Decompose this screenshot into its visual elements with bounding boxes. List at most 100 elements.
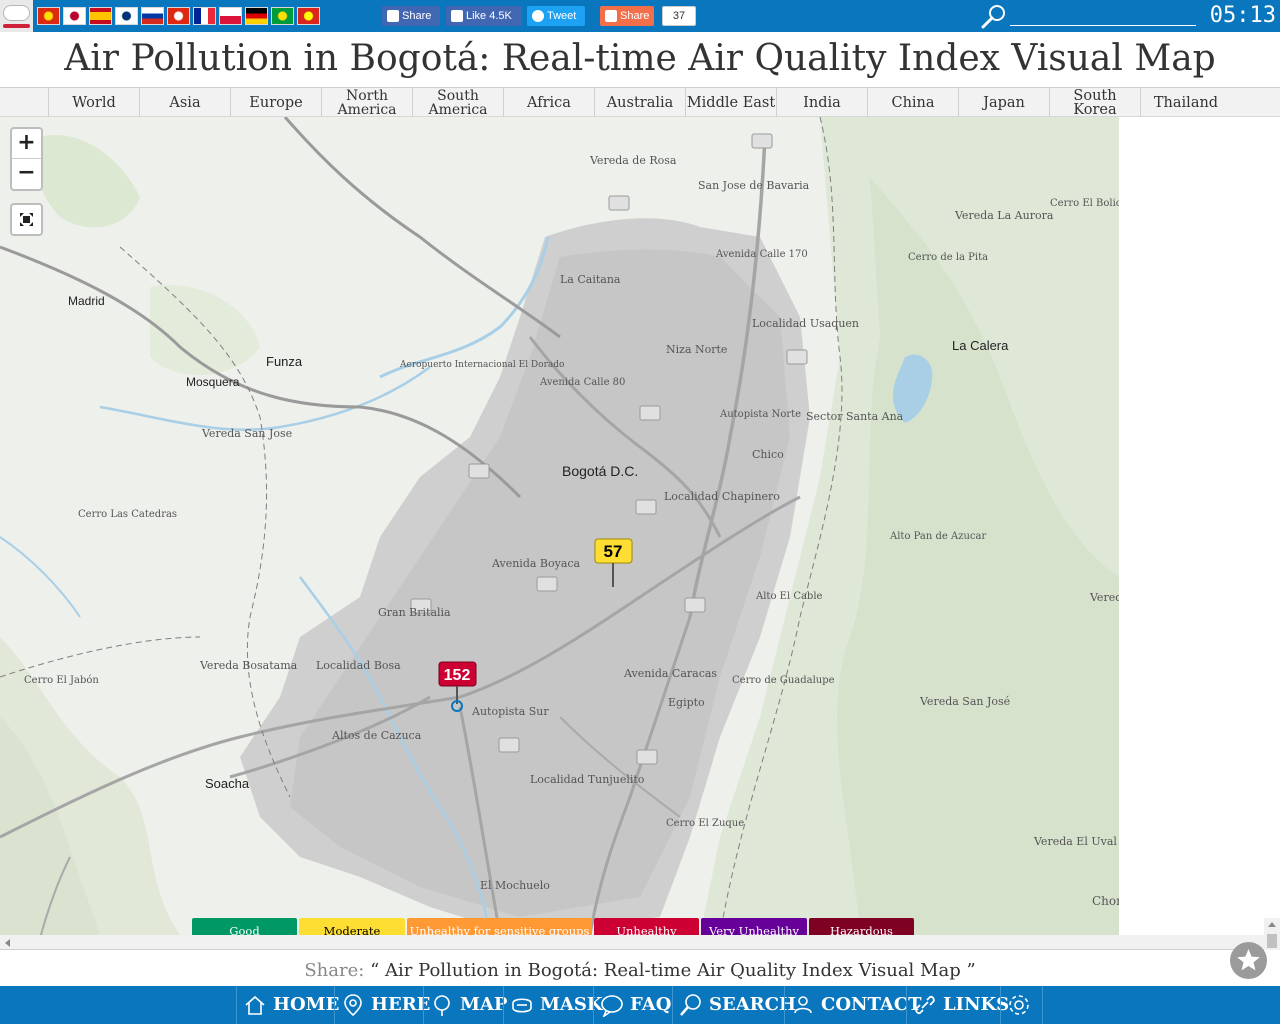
contact-icon	[794, 996, 812, 1014]
home-icon	[245, 995, 265, 1015]
link-icon	[915, 995, 935, 1015]
map-label: Localidad Chapinero	[664, 490, 780, 503]
tweet-button[interactable]: Tweet	[527, 6, 585, 26]
bottom-nav-label: HOME	[273, 994, 340, 1015]
bottom-nav-label: HERE	[371, 994, 431, 1015]
map-side-area	[1119, 117, 1280, 935]
bottom-nav-home[interactable]: HOME	[236, 986, 339, 1024]
map-label: Funza	[266, 354, 303, 369]
quote-open: “	[370, 960, 380, 981]
scroll-up-icon[interactable]	[1267, 920, 1277, 930]
map-label: Vereda La Ju	[1089, 591, 1119, 604]
map-label: Mosquera	[186, 375, 240, 389]
addthis-share-button[interactable]: Share	[600, 6, 654, 26]
map-canvas[interactable]: 57 152 Bogotá D.C. Madrid Funza Mosquera Soa…	[0, 117, 1119, 935]
map-search-icon	[434, 995, 450, 1016]
bottom-nav-settings[interactable]	[1000, 986, 1043, 1024]
region-tab-south-america[interactable]: South America	[412, 88, 503, 117]
search-icon[interactable]	[980, 3, 1008, 29]
map-label: Avenida Boyaca	[491, 557, 581, 570]
map-label: La Calera	[952, 338, 1009, 353]
germany-flag[interactable]	[245, 7, 268, 25]
location-pin-icon	[344, 994, 362, 1017]
bottom-nav-here[interactable]: HERE	[334, 986, 430, 1024]
map-label: Sector Santa Ana	[806, 410, 904, 423]
region-tab-africa[interactable]: Africa	[503, 88, 594, 117]
brazil-flag[interactable]	[271, 7, 294, 25]
legend-good: Good	[192, 918, 297, 935]
region-tab-europe[interactable]: Europe	[230, 88, 321, 117]
air-quality-map[interactable]: 57 152 Bogotá D.C. Madrid Funza Mosquera Soa…	[0, 117, 1119, 935]
bottom-nav-links[interactable]: LINKS	[906, 986, 1009, 1024]
china-flag[interactable]	[37, 7, 60, 25]
facebook-like-button[interactable]: Like 4.5K	[446, 6, 522, 26]
bottom-nav-search[interactable]: SEARCH	[672, 986, 796, 1024]
map-label: Vereda El Uval	[1033, 835, 1117, 848]
russia-flag[interactable]	[141, 7, 164, 25]
region-tab-north-america[interactable]: North America	[321, 88, 412, 117]
horizontal-scrollbar[interactable]	[0, 935, 1280, 950]
scroll-thumb[interactable]	[1267, 934, 1277, 948]
share-label: Share:	[304, 960, 365, 981]
korea-flag[interactable]	[115, 7, 138, 25]
legend-unhealthy: Unhealthy	[594, 918, 699, 935]
top-bar: Share Like 4.5K Tweet Share 37 05:13	[0, 0, 1280, 32]
faq-icon	[601, 995, 623, 1017]
poland-flag[interactable]	[219, 7, 242, 25]
region-tab-china[interactable]: China	[867, 88, 958, 117]
japan-flag[interactable]	[63, 7, 86, 25]
map-label: Alto El Cable	[755, 591, 823, 602]
region-tab-asia[interactable]: Asia	[139, 88, 230, 117]
map-label: Soacha	[205, 776, 250, 791]
quote-close: ”	[966, 960, 976, 981]
bottom-nav-faq[interactable]: FAQ	[593, 986, 672, 1024]
map-label: Altos de Cazuca	[331, 729, 422, 742]
bottom-nav: HOME HERE MAP MASK FAQ SEARCH CONTACT LINKS	[0, 986, 1280, 1024]
search-icon	[680, 994, 701, 1016]
fullscreen-button[interactable]	[10, 203, 43, 236]
region-tab-thailand[interactable]: Thailand	[1140, 88, 1231, 117]
legend-moderate: Moderate	[299, 918, 405, 935]
hongkong-flag[interactable]	[167, 7, 190, 25]
map-label: Cerro de Guadalupe	[732, 675, 835, 686]
map-label: Avenida Calle 170	[715, 249, 808, 260]
map-label: Egipto	[668, 696, 705, 709]
region-nav: World Asia Europe North America South Americ…	[0, 88, 1280, 117]
region-tab-australia[interactable]: Australia	[594, 88, 685, 117]
map-label: Cerro El Jabón	[24, 675, 99, 686]
region-tab-middle-east[interactable]: Middle East	[685, 88, 776, 117]
map-label: Autopista Sur	[471, 705, 549, 718]
map-label: Avenida Caracas	[623, 667, 717, 680]
region-tab-india[interactable]: India	[776, 88, 867, 117]
aqi-marker-57-label: 57	[604, 542, 623, 561]
facebook-share-button[interactable]: Share	[382, 6, 440, 26]
zoom-in-button[interactable]: +	[12, 129, 41, 159]
map-label: Cerro Las Catedras	[78, 509, 177, 520]
bottom-nav-map[interactable]: MAP	[423, 986, 507, 1024]
vietnam-flag[interactable]	[297, 7, 320, 25]
mask-icon	[512, 998, 532, 1013]
search-input[interactable]	[1010, 6, 1196, 26]
scroll-left-icon[interactable]	[3, 938, 13, 948]
map-label: Madrid	[68, 294, 105, 308]
region-tab-japan[interactable]: Japan	[958, 88, 1049, 117]
region-tab-south-korea[interactable]: South Korea	[1049, 88, 1140, 117]
map-label: Niza Norte	[666, 343, 727, 356]
zoom-out-button[interactable]: −	[12, 159, 41, 189]
map-label: Cerro El Boliche	[1050, 198, 1119, 209]
share-text[interactable]: Air Pollution in Bogotá: Real-time Air Q…	[385, 960, 961, 981]
france-flag[interactable]	[193, 7, 216, 25]
map-label: Cerro de la Pita	[908, 252, 988, 263]
map-label: La Caitana	[560, 273, 621, 286]
map-label: Aeropuerto Internacional El Dorado	[399, 360, 564, 370]
region-tab-world[interactable]: World	[48, 88, 139, 117]
favorite-star-icon[interactable]	[1230, 942, 1267, 979]
legend-unhealthy-for-sensitive-groups: Unhealthy for sensitive groups	[407, 918, 592, 935]
spain-flag[interactable]	[89, 7, 112, 25]
bottom-nav-mask[interactable]: MASK	[503, 986, 603, 1024]
bottom-nav-contact[interactable]: CONTACT	[784, 986, 922, 1024]
map-label: Localidad Usaquen	[752, 317, 859, 330]
aqicn-logo-icon[interactable]	[0, 0, 33, 32]
share-count: 37	[662, 6, 696, 26]
map-label: Vereda Bosatama	[199, 659, 298, 672]
